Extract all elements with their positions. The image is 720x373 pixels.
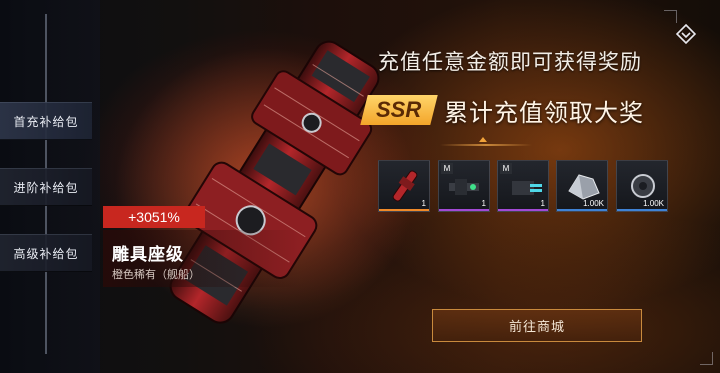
sidebar-item-label: 高级补给包 [13,246,79,261]
sidebar-item-label: 首充补给包 [13,114,79,129]
go-to-shop-label: 前往商城 [508,320,565,335]
crystal-ore-icon [568,174,600,200]
reward-qty: 1.00K [643,199,664,208]
ssr-badge: SSR [360,95,438,125]
menu-button[interactable] [672,20,700,48]
engine-part-icon [631,174,655,198]
sidebar-item-advanced-pack[interactable]: 进阶补给包 [0,168,92,206]
warship-illustration [115,40,415,328]
weapon-module-icon [449,179,479,195]
reward-qty: 1 [421,199,426,208]
ship-name: 雕具座级 [112,245,184,265]
reward-qty: 1.00K [583,199,604,208]
rarity-bar [617,209,667,211]
divider [440,144,532,146]
ssr-label: SSR [376,97,422,122]
bonus-percent-badge: +3051% [103,206,205,228]
reward-item-weapon-module[interactable]: M 1 [438,160,490,212]
sidebar: 首充补给包 进阶补给包 高级补给包 [0,0,100,373]
reward-item-crystal-ore[interactable]: 1.00K [556,160,608,212]
promo-headline: 充值任意金额即可获得奖励 [378,50,642,74]
reward-qty: 1 [540,199,545,208]
ship-rarity: 橙色稀有（舰船） [112,268,200,281]
diamond-menu-icon [676,24,696,44]
reward-screen: 首充补给包 进阶补给包 高级补给包 充值任意金额即可获得奖励 SSR 累计充值领… [0,0,720,373]
reward-qty: 1 [481,199,486,208]
cannon-module-icon [512,181,542,195]
sidebar-item-premium-pack[interactable]: 高级补给包 [0,234,92,272]
reward-item-cannon-module[interactable]: M 1 [497,160,549,212]
divider-arrow-icon [479,137,487,142]
warship-icon [392,170,418,202]
sidebar-item-label: 进阶补给包 [13,180,79,195]
rarity-bar [379,209,429,211]
frame-corner [700,352,713,365]
sidebar-item-first-recharge[interactable]: 首充补给包 [0,102,92,140]
rarity-bar [439,209,489,211]
reward-item-warship[interactable]: 1 [378,160,430,212]
rarity-bar [557,209,607,211]
reward-item-engine-part[interactable]: 1.00K [616,160,668,212]
rarity-bar [498,209,548,211]
go-to-shop-button[interactable]: 前往商城 [432,309,642,342]
promo-subtitle: 累计充值领取大奖 [444,99,644,127]
